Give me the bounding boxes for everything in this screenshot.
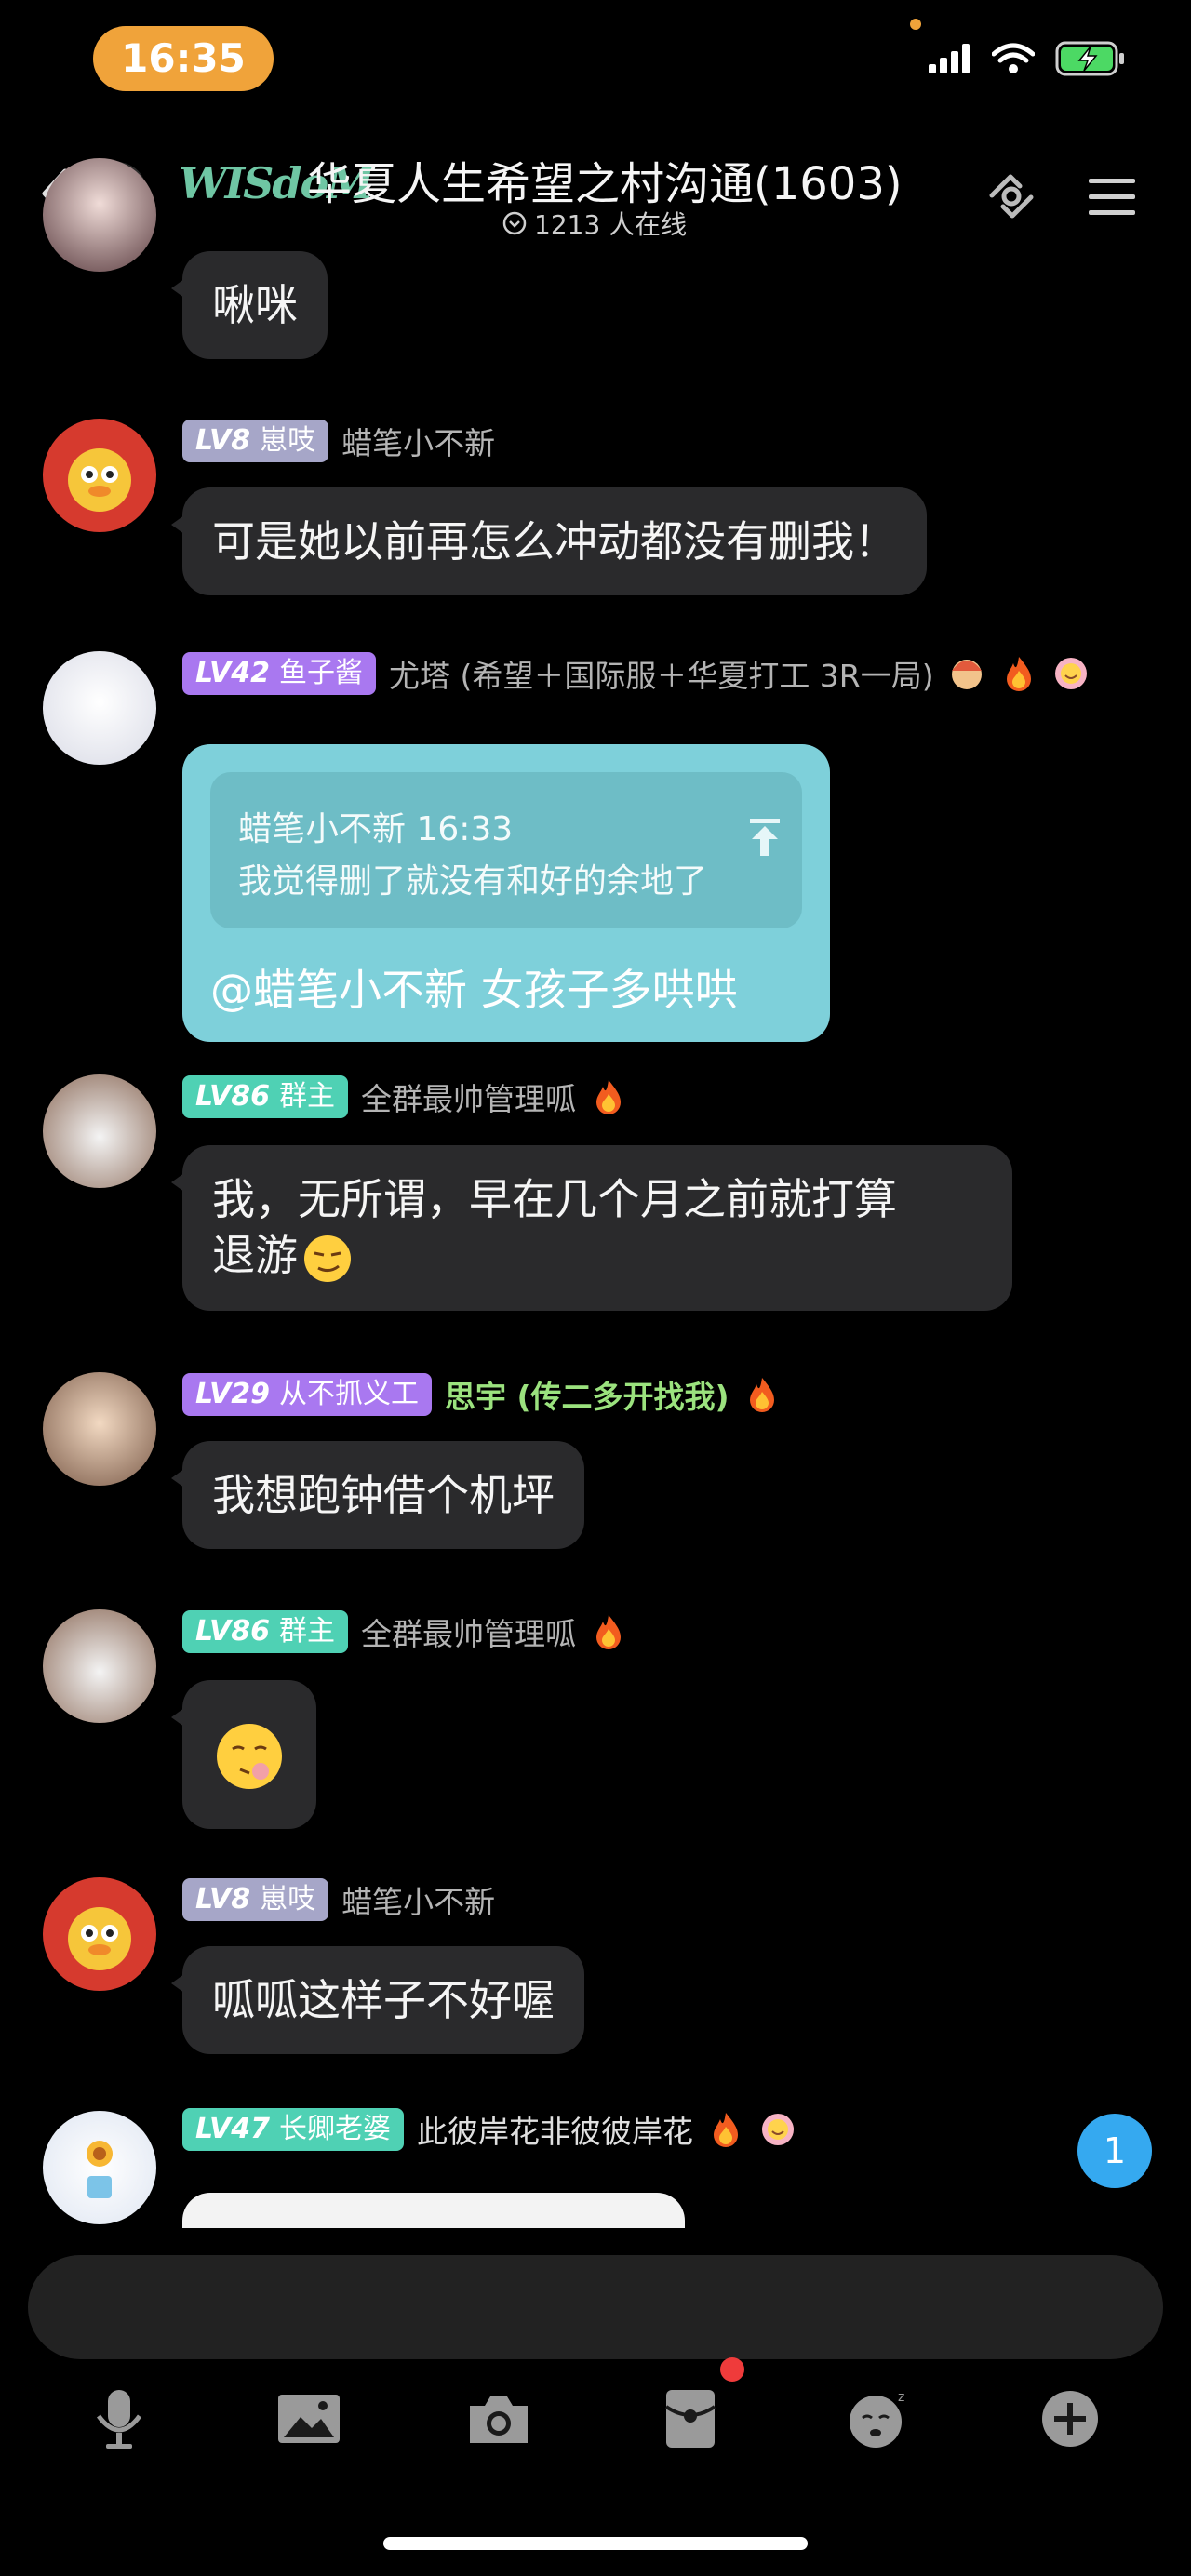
- fire-icon: [589, 1077, 628, 1116]
- camera-icon[interactable]: [462, 2382, 536, 2456]
- bubble-line-2: 退游: [212, 1227, 983, 1285]
- sender-nickname[interactable]: 蜡笔小不新: [341, 419, 495, 463]
- message-bubble[interactable]: 啾咪: [171, 251, 328, 359]
- fire-icon: [589, 1612, 628, 1651]
- message: 啾咪: [0, 158, 1191, 381]
- level-badge: LV86 群主: [182, 1075, 348, 1118]
- sender-meta: LV47 长卿老婆 此彼岸花非彼彼岸花: [182, 2107, 797, 2152]
- level-badge: LV86 群主: [182, 1610, 348, 1653]
- fire-icon: [706, 2110, 745, 2149]
- image-icon[interactable]: [272, 2382, 346, 2456]
- avatar[interactable]: [43, 158, 156, 272]
- sender-nickname[interactable]: 思宇 (传二多开找我): [445, 1372, 729, 1417]
- level-badge: LV8 崽吱: [182, 420, 329, 462]
- wifi-icon: [992, 43, 1035, 73]
- message: LV86 群主 全群最帅管理呱 我，无所谓，早在几个月之前就打算 退游: [0, 1074, 1191, 1326]
- signal-icon: [929, 44, 970, 73]
- avatar[interactable]: [43, 2111, 156, 2224]
- message: LV42 鱼子酱 尤塔 (希望＋国际服＋华夏打工 3R一局) 蜡笔小不新 16:3…: [0, 651, 1191, 1051]
- reply-text: @蜡笔小不新 女孩子多哄哄: [210, 965, 738, 1015]
- recording-dot: [910, 19, 921, 30]
- avatar[interactable]: [43, 419, 156, 532]
- input-toolbar: z: [0, 2372, 1191, 2465]
- pouting-emoji-icon: [217, 1724, 282, 1789]
- message: LV86 群主 全群最帅管理呱: [0, 1609, 1191, 1833]
- avatar[interactable]: [43, 1372, 156, 1486]
- quoted-message[interactable]: 蜡笔小不新 16:33 我觉得删了就没有和好的余地了: [210, 772, 802, 928]
- notification-dot: [720, 2357, 744, 2382]
- level-badge: LV8 崽吱: [182, 1878, 329, 1921]
- sender-meta: LV29 从不抓义工 思宇 (传二多开找我): [182, 1372, 782, 1417]
- message-bubble[interactable]: 我，无所谓，早在几个月之前就打算 退游: [171, 1145, 1012, 1311]
- smiley-sticker-icon: [758, 2110, 797, 2149]
- level-badge: LV42 鱼子酱: [182, 652, 376, 695]
- sender-nickname[interactable]: 全群最帅管理呱: [361, 1609, 576, 1654]
- microphone-icon[interactable]: [82, 2382, 156, 2456]
- message-bubble-cutoff[interactable]: [182, 2193, 685, 2228]
- red-packet-icon[interactable]: [653, 2382, 728, 2456]
- message: LV8 崽吱 蜡笔小不新 可是她以前再怎么冲动都没有删我！: [0, 419, 1191, 605]
- jump-to-quote-icon[interactable]: [746, 819, 783, 860]
- sender-nickname[interactable]: 此彼岸花非彼彼岸花: [417, 2107, 693, 2152]
- sender-nickname[interactable]: 蜡笔小不新: [341, 1877, 495, 1922]
- duck-avatar-icon: [68, 1907, 131, 1970]
- smiley-sticker-icon: [1051, 654, 1091, 693]
- message: LV29 从不抓义工 思宇 (传二多开找我) 我想跑钟借个机坪: [0, 1372, 1191, 1558]
- sender-meta: LV42 鱼子酱 尤塔 (希望＋国际服＋华夏打工 3R一局): [182, 651, 1091, 696]
- message-bubble[interactable]: [171, 1680, 316, 1829]
- status-bar: 16:35: [0, 0, 1191, 121]
- character-emoji-icon: [947, 654, 986, 693]
- message: LV8 崽吱 蜡笔小不新 呱呱这样子不好喔: [0, 1877, 1191, 2063]
- sender-meta: LV8 崽吱 蜡笔小不新: [182, 1877, 495, 1922]
- avatar[interactable]: [43, 1877, 156, 1991]
- sender-meta: LV86 群主 全群最帅管理呱: [182, 1074, 628, 1119]
- quote-reply-bubble[interactable]: 蜡笔小不新 16:33 我觉得删了就没有和好的余地了 @蜡笔小不新 女孩子多哄哄: [182, 744, 830, 1042]
- message-bubble[interactable]: 我想跑钟借个机坪: [171, 1441, 584, 1549]
- message: LV47 长卿老婆 此彼岸花非彼彼岸花: [0, 2107, 1191, 2228]
- plus-icon[interactable]: [1033, 2382, 1107, 2456]
- message-bubble[interactable]: 呱呱这样子不好喔: [171, 1946, 584, 2054]
- message-bubble[interactable]: 可是她以前再怎么冲动都没有删我！: [171, 487, 927, 595]
- group-title[interactable]: 华夏人生希望之村沟通(1603): [307, 147, 903, 212]
- duck-avatar-icon: [68, 448, 131, 512]
- quoted-text: 我觉得删了就没有和好的余地了: [238, 862, 708, 901]
- new-message-badge[interactable]: 1: [1077, 2114, 1152, 2188]
- level-badge: LV29 从不抓义工: [182, 1373, 432, 1416]
- avatar[interactable]: [43, 1074, 156, 1188]
- flower-avatar-icon: [87, 2141, 113, 2198]
- battery-charging-icon: [1055, 41, 1124, 76]
- avatar[interactable]: [43, 1609, 156, 1723]
- fire-icon: [999, 654, 1038, 693]
- status-time: 16:35: [93, 26, 274, 91]
- fire-icon: [743, 1375, 782, 1414]
- quoted-author-time: 蜡笔小不新 16:33: [238, 810, 514, 848]
- sender-meta: LV8 崽吱 蜡笔小不新: [182, 419, 495, 463]
- bubble-line: 我，无所谓，早在几个月之前就打算: [212, 1174, 897, 1224]
- sender-meta: LV86 群主 全群最帅管理呱: [182, 1609, 628, 1654]
- avatar[interactable]: [43, 651, 156, 765]
- message-input[interactable]: [28, 2255, 1163, 2359]
- home-indicator: [383, 2537, 808, 2550]
- sender-nickname[interactable]: 尤塔 (希望＋国际服＋华夏打工 3R一局): [389, 651, 934, 696]
- level-badge: LV47 长卿老婆: [182, 2108, 404, 2151]
- svg-text:z: z: [898, 2390, 904, 2405]
- emoji-icon[interactable]: z: [843, 2382, 917, 2456]
- status-icons: [929, 41, 1126, 76]
- smirk-emoji-icon: [304, 1235, 351, 1282]
- sender-nickname[interactable]: 全群最帅管理呱: [361, 1074, 576, 1119]
